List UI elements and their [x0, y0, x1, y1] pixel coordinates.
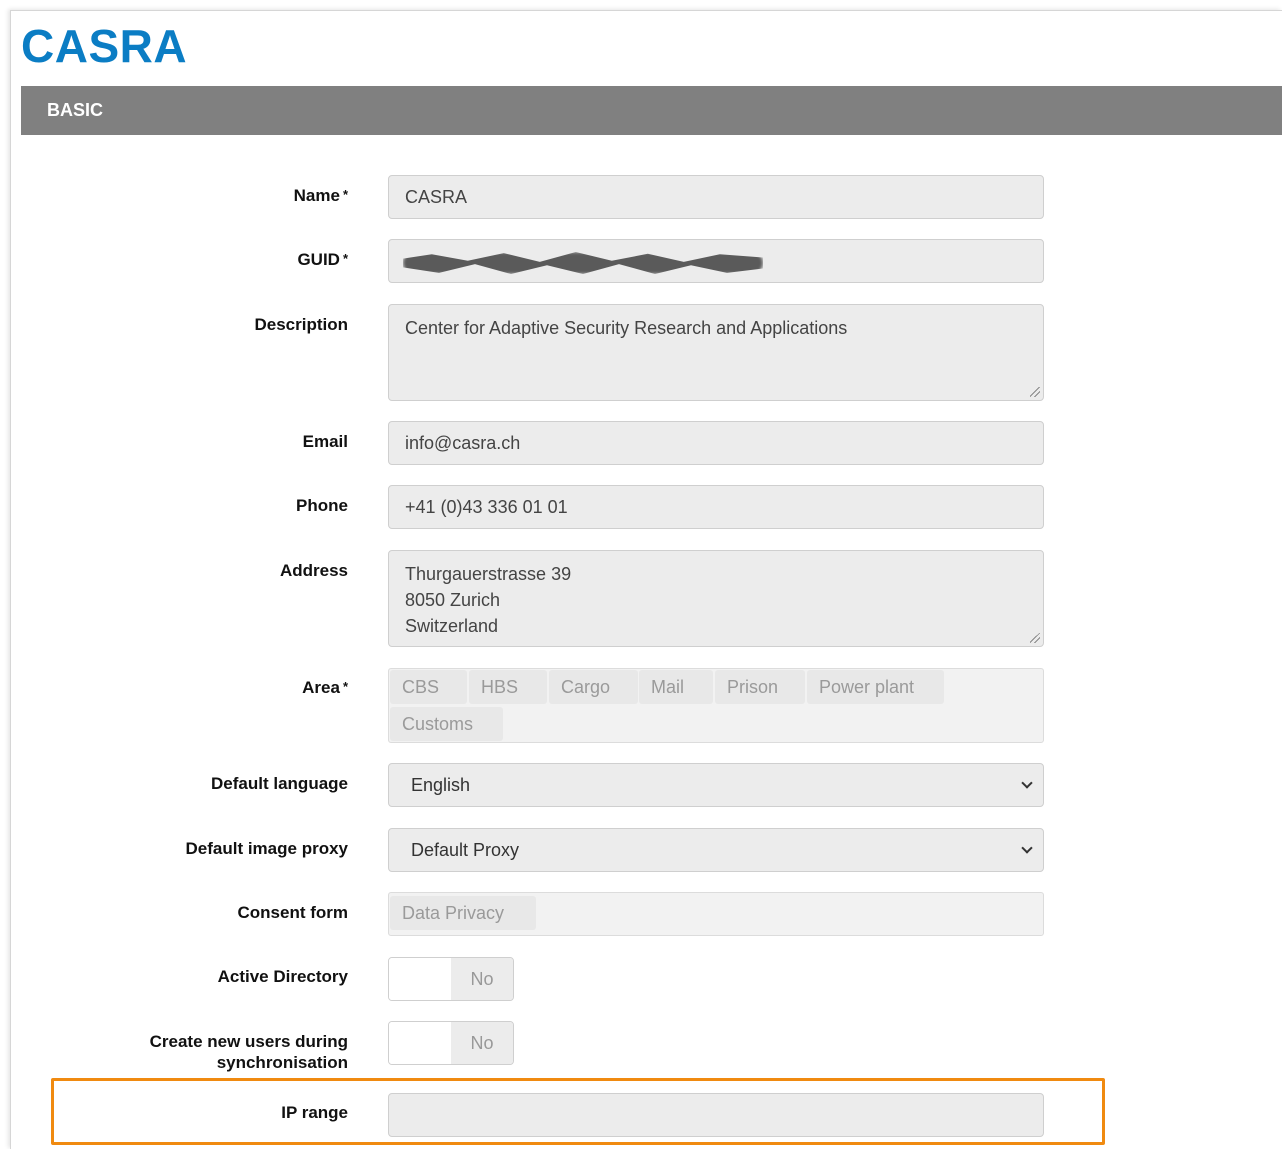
redacted-scribble	[403, 252, 763, 274]
active-directory-label: Active Directory	[217, 967, 348, 986]
toggle-knob	[389, 1022, 451, 1064]
consent-tag-data-privacy[interactable]: Data Privacy	[390, 896, 536, 930]
area-multiselect[interactable]: CBS HBS Cargo Mail Prison Power plant Cu…	[388, 668, 1044, 743]
consent-form-label: Consent form	[237, 903, 349, 922]
default-image-proxy-select[interactable]: Default Proxy	[388, 828, 1044, 872]
area-label: Area *	[302, 678, 348, 697]
create-users-sync-toggle[interactable]: No	[388, 1021, 514, 1065]
toggle-state: No	[451, 1022, 513, 1064]
area-tag-cbs[interactable]: CBS	[390, 670, 467, 704]
resize-handle-icon[interactable]	[1030, 387, 1040, 397]
active-directory-toggle[interactable]: No	[388, 957, 514, 1001]
description-text: Center for Adaptive Security Research an…	[405, 318, 848, 338]
email-input[interactable]: info@casra.ch	[388, 421, 1044, 465]
description-textarea[interactable]: Center for Adaptive Security Research an…	[388, 304, 1044, 401]
phone-input[interactable]: +41 (0)43 336 01 01	[388, 485, 1044, 529]
address-textarea[interactable]: Thurgauerstrasse 39 8050 Zurich Switzerl…	[388, 550, 1044, 647]
casra-logo: CASRA	[21, 20, 188, 72]
area-tag-power-plant[interactable]: Power plant	[807, 670, 944, 704]
description-label: Description	[254, 315, 348, 334]
default-image-proxy-label: Default image proxy	[185, 839, 349, 858]
resize-handle-icon[interactable]	[1030, 633, 1040, 643]
default-language-value: English	[411, 775, 471, 795]
chevron-down-icon	[1021, 777, 1033, 789]
toggle-state: No	[451, 958, 513, 1000]
consent-form-multiselect[interactable]: Data Privacy	[388, 892, 1044, 936]
name-label: Name *	[293, 186, 348, 205]
section-header-basic[interactable]: BASIC	[21, 86, 1282, 135]
name-input[interactable]: CASRA	[388, 175, 1044, 219]
create-users-sync-label: Create new users during synchronisation	[149, 1032, 348, 1072]
area-tag-mail[interactable]: Mail	[639, 670, 713, 704]
area-tag-cargo[interactable]: Cargo	[549, 670, 638, 704]
address-line: 8050 Zurich	[405, 590, 501, 610]
default-image-proxy-value: Default Proxy	[411, 840, 520, 860]
phone-label: Phone	[296, 496, 348, 515]
area-tag-hbs[interactable]: HBS	[469, 670, 547, 704]
guid-input[interactable]	[388, 239, 1044, 283]
default-language-select[interactable]: English	[388, 763, 1044, 807]
highlight-box	[51, 1078, 1105, 1145]
address-line: Thurgauerstrasse 39	[405, 564, 572, 584]
section-title: BASIC	[47, 100, 104, 120]
default-language-label: Default language	[211, 774, 348, 793]
area-tag-customs[interactable]: Customs	[390, 707, 503, 741]
toggle-knob	[389, 958, 451, 1000]
address-label: Address	[279, 561, 348, 580]
guid-label: GUID *	[297, 250, 348, 269]
chevron-down-icon	[1021, 842, 1033, 854]
email-label: Email	[302, 432, 348, 451]
address-line: Switzerland	[405, 616, 499, 636]
area-tag-prison[interactable]: Prison	[715, 670, 805, 704]
